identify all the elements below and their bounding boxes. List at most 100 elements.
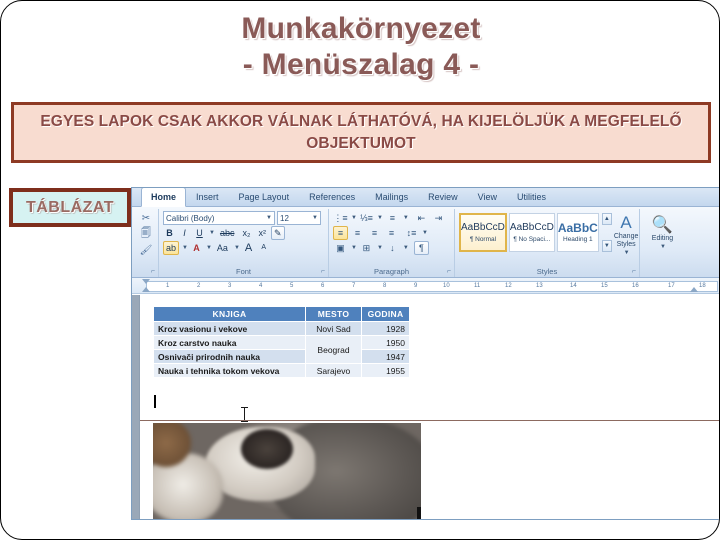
title-line-1: Munkakörnyezet: [241, 12, 481, 45]
chevron-down-icon[interactable]: ▼: [403, 215, 409, 221]
scroll-up-icon[interactable]: ▲: [601, 213, 612, 225]
editing-button[interactable]: 🔍 Editing ▼: [644, 215, 681, 267]
shrink-font-button[interactable]: A: [257, 241, 270, 255]
chevron-down-icon[interactable]: ▼: [422, 230, 428, 236]
bullets-icon[interactable]: ⋮≡: [333, 211, 348, 225]
ribbon-group-styles-label: Styles: [536, 267, 558, 276]
left-indent-marker[interactable]: [142, 287, 150, 292]
shading-icon[interactable]: ▣: [333, 241, 348, 255]
style-name: ¶ Normal: [469, 235, 497, 243]
grow-font-button[interactable]: A: [242, 241, 255, 255]
increase-indent-icon[interactable]: ⇥: [431, 211, 446, 225]
bold-button[interactable]: B: [163, 226, 176, 240]
font-name-combo[interactable]: Calibri (Body) ▼: [163, 211, 275, 225]
chevron-down-icon[interactable]: ▼: [377, 245, 383, 251]
align-right-icon[interactable]: ≡: [367, 226, 382, 240]
copy-icon[interactable]: 🗐: [136, 227, 156, 242]
chevron-down-icon[interactable]: ▼: [206, 245, 212, 251]
document-image-koala[interactable]: [153, 423, 421, 519]
horizontal-ruler[interactable]: 1 2 3 4 5 6 7 8 9 10 11 12 13 14 15 16 1…: [132, 278, 719, 294]
ruler-tick: 8: [383, 283, 387, 289]
tab-home[interactable]: Home: [141, 188, 187, 207]
change-styles-button[interactable]: A Change Styles ▼: [614, 213, 639, 265]
style-sample: AaBbC: [557, 220, 598, 235]
ruler-tick: 14: [570, 283, 577, 289]
borders-icon[interactable]: ⊞: [359, 241, 374, 255]
cut-icon[interactable]: ✂: [136, 211, 156, 226]
ruler-tick: 12: [505, 283, 512, 289]
highlight-color-button[interactable]: ab: [163, 241, 180, 255]
banner-text: EGYES LAPOK CSAK AKKOR VÁLNAK LÁTHATÓVÁ,…: [40, 112, 682, 152]
ruler-tick: 17: [668, 283, 675, 289]
ribbon: ✂ 🗐 🖌 ⌐ Calibri (Body) ▼ 12 ▼ B I U ▼ ab…: [132, 207, 719, 278]
sort-icon[interactable]: ↓: [385, 241, 400, 255]
scroll-down-icon[interactable]: ▼: [601, 240, 612, 252]
ribbon-group-paragraph: ⋮≡ ▼ ⅓≡ ▼ ≡ ▼ ⇤ ⇥ ≡ ≡ ≡ ≡ ↕≡ ▼ ▣ ▼ ⊞ ▼ ↓…: [329, 209, 455, 277]
table-row[interactable]: Kroz carstvo nauka Beograd 1950: [153, 335, 410, 364]
justify-icon[interactable]: ≡: [384, 226, 399, 240]
first-line-indent-marker[interactable]: [142, 279, 150, 284]
align-center-icon[interactable]: ≡: [350, 226, 365, 240]
ribbon-group-font: Calibri (Body) ▼ 12 ▼ B I U ▼ abc x₂ x² …: [159, 209, 329, 277]
ruler-tick: 10: [443, 283, 450, 289]
tab-utilities[interactable]: Utilities: [507, 188, 556, 206]
line-spacing-icon[interactable]: ↕≡: [404, 226, 419, 240]
word-window: Home Insert Page Layout References Maili…: [131, 187, 719, 520]
table-row[interactable]: Kroz vasionu i vekove Novi Sad 1928: [153, 321, 410, 336]
tab-review[interactable]: Review: [418, 188, 468, 206]
strikethrough-button[interactable]: abc: [217, 226, 238, 240]
tab-insert[interactable]: Insert: [186, 188, 229, 206]
style-card-normal[interactable]: AaBbCcD ¶ Normal: [459, 213, 507, 252]
font-name-value: Calibri (Body): [166, 213, 215, 223]
numbering-icon[interactable]: ⅓≡: [359, 211, 374, 225]
image-resize-handle[interactable]: [417, 507, 421, 519]
tab-mailings[interactable]: Mailings: [365, 188, 418, 206]
table-row[interactable]: Osnivači prirodnih nauka 1947: [153, 349, 410, 364]
change-case-button[interactable]: Aa: [214, 241, 231, 255]
font-color-button[interactable]: A: [190, 241, 203, 255]
ruler-tick: 1: [166, 283, 170, 289]
italic-button[interactable]: I: [178, 226, 191, 240]
document-area[interactable]: KNJIGA MESTO GODINA Kroz vasionu i vekov…: [132, 295, 719, 519]
ruler-tick: 5: [290, 283, 294, 289]
chevron-down-icon[interactable]: ▼: [351, 215, 357, 221]
align-left-icon[interactable]: ≡: [333, 226, 348, 240]
tab-references[interactable]: References: [299, 188, 365, 206]
decrease-indent-icon[interactable]: ⇤: [414, 211, 429, 225]
style-name: Heading 1: [563, 235, 593, 243]
font-size-combo[interactable]: 12 ▼: [277, 211, 321, 225]
chevron-down-icon[interactable]: ▼: [403, 245, 409, 251]
tab-view[interactable]: View: [468, 188, 507, 206]
chevron-down-icon[interactable]: ▼: [234, 245, 240, 251]
document-page[interactable]: KNJIGA MESTO GODINA Kroz vasionu i vekov…: [139, 295, 719, 519]
style-card-heading-1[interactable]: AaBbC Heading 1: [556, 213, 599, 252]
cell-knjiga: Kroz vasionu i vekove: [153, 321, 306, 336]
text-caret: [154, 395, 156, 408]
change-styles-label: Change Styles: [613, 233, 639, 248]
document-table[interactable]: KNJIGA MESTO GODINA Kroz vasionu i vekov…: [153, 306, 410, 378]
chevron-down-icon[interactable]: ▼: [209, 230, 215, 236]
style-card-no-spacing[interactable]: AaBbCcD ¶ No Spaci...: [508, 213, 555, 252]
multilevel-list-icon[interactable]: ≡: [385, 211, 400, 225]
paragraph-dialog-launcher[interactable]: ⌐: [447, 268, 451, 275]
underline-button[interactable]: U: [193, 226, 206, 240]
chevron-down-icon[interactable]: ▼: [377, 215, 383, 221]
clipboard-dialog-launcher[interactable]: ⌐: [151, 268, 155, 275]
subscript-button[interactable]: x₂: [239, 226, 253, 240]
styles-gallery-scroll[interactable]: ▲ ▼: [601, 213, 612, 252]
chevron-down-icon: ▼: [660, 244, 666, 250]
font-size-value: 12: [280, 213, 289, 223]
tab-page-layout[interactable]: Page Layout: [229, 188, 300, 206]
ribbon-group-editing: 🔍 Editing ▼: [640, 209, 685, 277]
font-dialog-launcher[interactable]: ⌐: [321, 268, 325, 275]
superscript-button[interactable]: x²: [255, 226, 269, 240]
right-indent-marker[interactable]: [690, 287, 698, 292]
styles-dialog-launcher[interactable]: ⌐: [632, 268, 636, 275]
clear-formatting-icon[interactable]: ✎: [270, 226, 285, 240]
ruler-tick: 6: [321, 283, 325, 289]
chevron-down-icon[interactable]: ▼: [351, 245, 357, 251]
format-painter-icon[interactable]: 🖌: [136, 243, 156, 258]
table-row[interactable]: Nauka i tehnika tokom vekova Sarajevo 19…: [153, 363, 410, 378]
show-formatting-marks-icon[interactable]: ¶: [413, 241, 429, 255]
chevron-down-icon[interactable]: ▼: [182, 245, 188, 251]
